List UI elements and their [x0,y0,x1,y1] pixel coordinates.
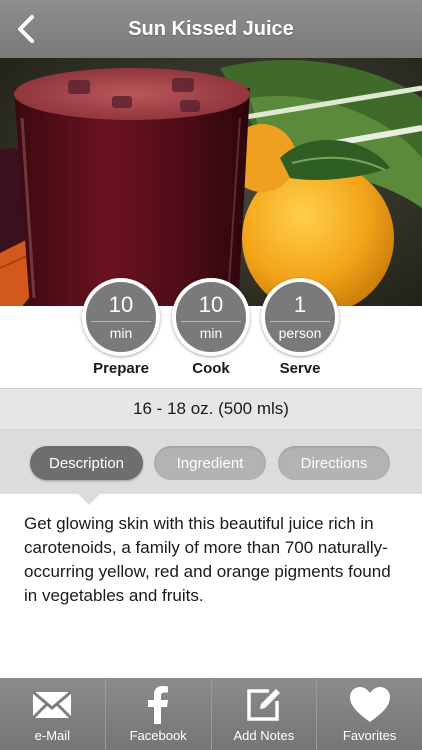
chevron-left-icon [18,15,34,43]
stat-value: 1 [293,292,307,317]
serving-size: 16 - 18 oz. (500 mls) [0,388,422,430]
edit-note-icon [247,689,280,721]
stat-label: Cook [192,360,230,377]
stat-circle: 10 min [82,278,160,356]
facebook-button[interactable]: Facebook [106,678,212,750]
facebook-icon [148,686,169,724]
stat-circle: 10 min [172,278,250,356]
page-title: Sun Kissed Juice [128,17,294,40]
mail-icon [32,690,73,720]
stat-prepare: 10 min Prepare [82,278,160,377]
stat-serve: 1 person Serve [261,278,339,377]
tab-bar: Description Ingredient Directions [0,430,422,494]
description-text: Get glowing skin with this beautiful jui… [24,514,391,605]
tab-description[interactable]: Description [30,446,143,480]
stat-unit: min [181,321,241,341]
stat-cook: 10 min Cook [172,278,250,377]
favorites-button[interactable]: Favorites [317,678,422,750]
email-button[interactable]: e-Mail [0,678,106,750]
heart-icon [349,687,390,722]
app-header: Sun Kissed Juice [0,0,422,58]
tool-label: e-Mail [34,728,71,743]
stat-label: Prepare [93,360,149,377]
tab-ingredient[interactable]: Ingredient [154,446,266,480]
tool-label: Facebook [129,728,187,743]
active-tab-pointer [78,494,100,505]
recipe-stats: 10 min Prepare 10 min Cook 1 person Serv… [0,278,422,388]
stat-unit: person [270,321,330,341]
bottom-toolbar: e-Mail Facebook Add Notes Favorites [0,678,422,750]
tab-directions[interactable]: Directions [278,446,390,480]
tool-label: Favorites [342,728,397,743]
stat-circle: 1 person [261,278,339,356]
stat-unit: min [91,321,151,341]
add-notes-button[interactable]: Add Notes [212,678,318,750]
stat-label: Serve [279,360,321,377]
stat-value: 10 [108,292,134,317]
stat-value: 10 [198,292,224,317]
tool-label: Add Notes [233,728,295,743]
back-button[interactable] [12,12,44,46]
